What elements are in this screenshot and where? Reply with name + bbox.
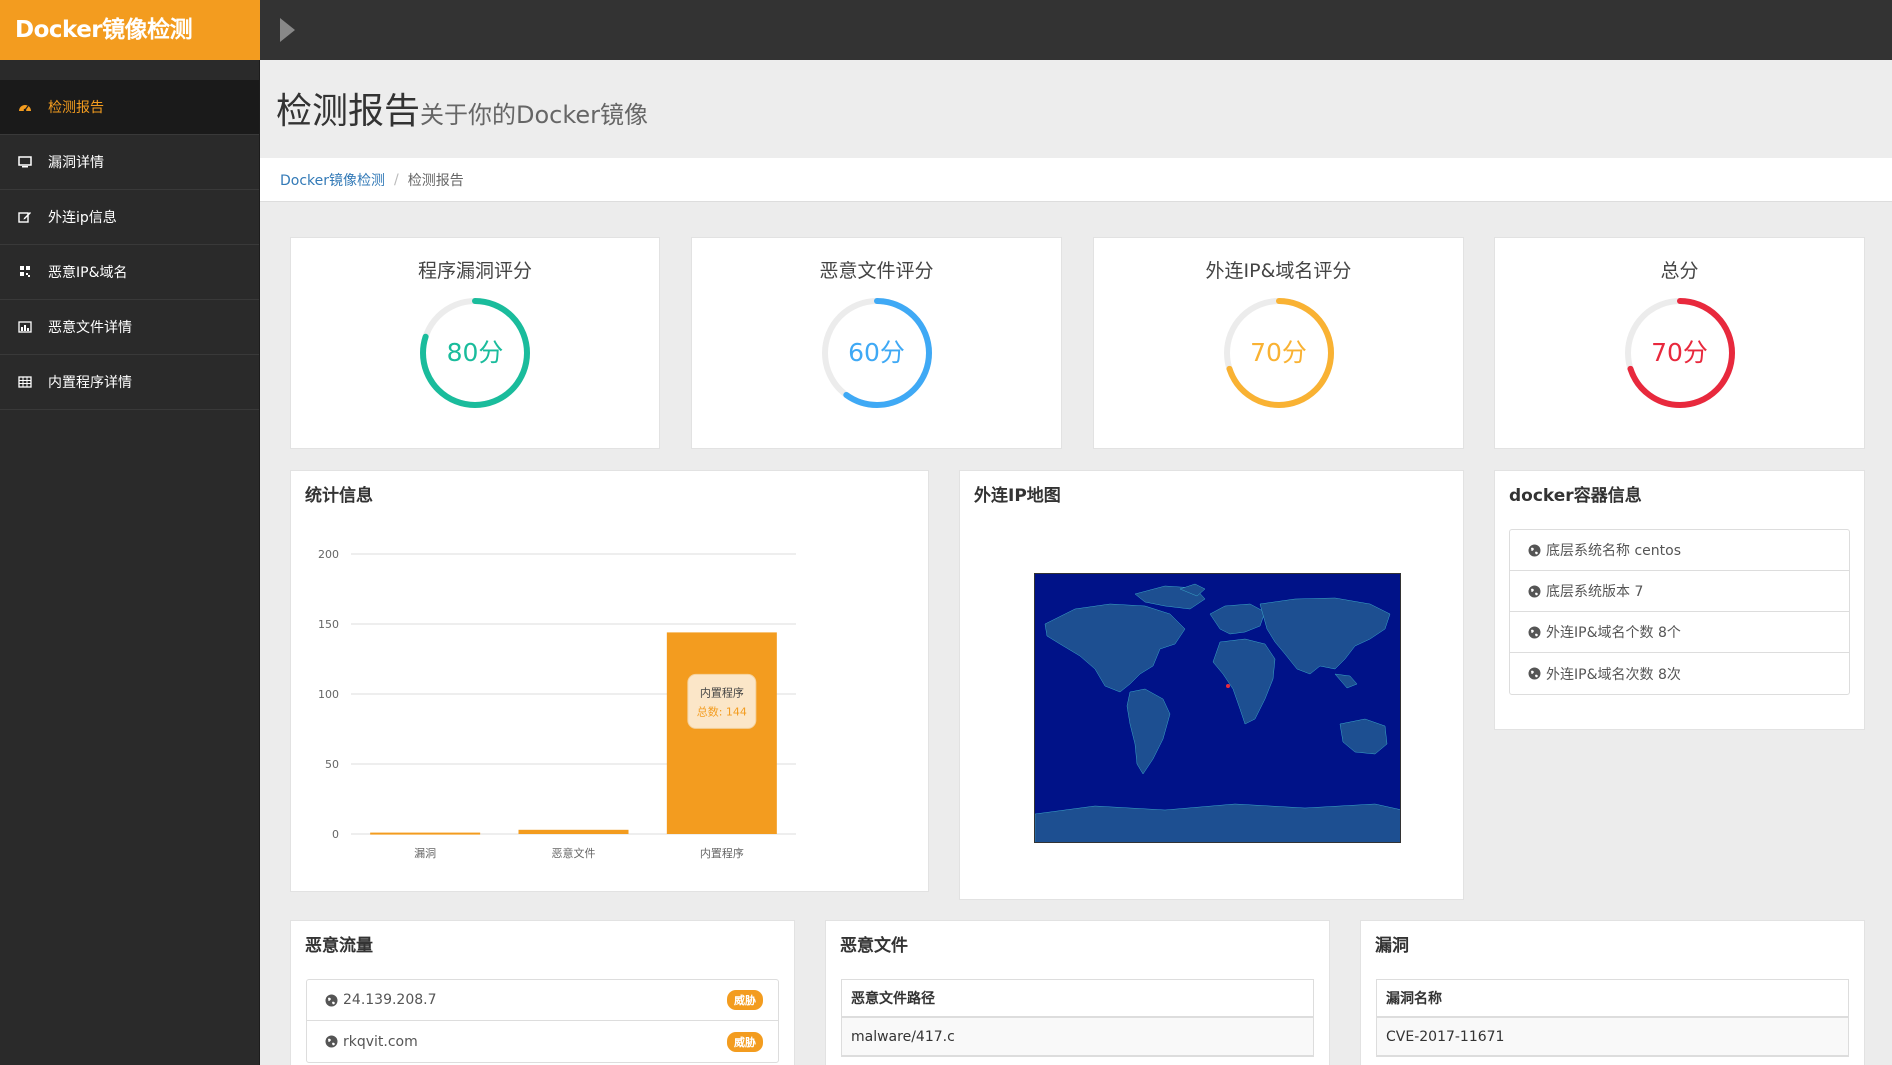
score-card-external-ip: 外连IP&域名评分 70分: [1093, 237, 1464, 449]
score-label: 程序漏洞评分: [417, 260, 532, 282]
sidebar-item-label: 恶意文件详情: [48, 320, 132, 336]
brand-logo[interactable]: Docker镜像检测: [0, 0, 260, 60]
sidebar-item-malicious-ip[interactable]: 恶意IP&域名: [0, 245, 259, 300]
list-item: 底层系统版本 7: [1510, 571, 1849, 612]
score-card-malware: 恶意文件评分 60分: [691, 237, 1062, 449]
container-info-list: 底层系统名称 centos 底层系统版本 7 外连IP&域名个数 8个 外连IP…: [1509, 529, 1850, 695]
sidebar-toggle-icon[interactable]: [280, 18, 295, 42]
globe-icon: [1528, 667, 1541, 680]
malicious-files-table: 恶意文件路径 malware/417.c: [841, 979, 1314, 1057]
score-label: 总分: [1660, 260, 1699, 282]
y-tick-label: 50: [325, 758, 339, 771]
globe-icon: [325, 994, 338, 1006]
score-label: 外连IP&域名评分: [1205, 260, 1352, 282]
bar: [370, 832, 481, 835]
tooltip-value: 总数: 144: [697, 704, 747, 718]
container-title: docker容器信息: [1509, 486, 1642, 506]
score-value: 80分: [446, 338, 504, 367]
list-item: 外连IP&域名次数 8次: [1510, 653, 1849, 694]
threat-badge: 威胁: [727, 990, 763, 1010]
container-card: docker容器信息 底层系统名称 centos 底层系统版本 7 外连IP&域…: [1494, 470, 1865, 730]
world-map-graphic: [1035, 583, 1400, 842]
map-title: 外连IP地图: [974, 486, 1061, 506]
sidebar-item-external-ip[interactable]: 外连ip信息: [0, 190, 259, 245]
globe-icon: [1528, 544, 1541, 556]
sidebar-item-label: 内置程序详情: [48, 375, 132, 391]
dashboard-icon: [18, 100, 32, 114]
stats-bar-chart: 050100150200漏洞 恶意文件 内置程序内置程序总数: 144: [318, 548, 796, 860]
score-value: 70分: [1651, 338, 1708, 367]
table-icon: [18, 375, 32, 389]
y-tick-label: 100: [318, 688, 339, 701]
world-map[interactable]: [1034, 573, 1401, 843]
score-label: 恶意文件评分: [819, 260, 934, 282]
bar: [666, 632, 777, 834]
map-card: 外连IP地图: [959, 470, 1464, 900]
x-tick-label: 恶意文件: [552, 846, 596, 860]
x-tick-label: 漏洞: [414, 847, 436, 860]
y-tick-label: 200: [318, 548, 339, 561]
vulns-table: 漏洞名称 CVE-2017-11671: [1376, 979, 1849, 1057]
breadcrumb-separator: /: [394, 171, 399, 188]
sidebar-item-label: 检测报告: [48, 100, 104, 116]
x-tick-label: 内置程序: [700, 846, 744, 860]
list-item: 底层系统名称 centos: [1510, 530, 1849, 571]
qrcode-icon: [18, 265, 32, 279]
y-tick-label: 150: [318, 618, 339, 631]
sidebar-item-vuln-details[interactable]: 漏洞详情: [0, 135, 259, 190]
sidebar: 检测报告 漏洞详情 外连ip信息 恶意IP&域名 恶意文件详情 内置程序详情: [0, 60, 260, 1065]
score-card-total: 总分 70分: [1494, 237, 1865, 449]
stats-card: 统计信息 0 50 100 150 200 漏洞 恶意文件 内置程序 内置程序 总数: 144: [290, 470, 929, 892]
sidebar-item-report[interactable]: 检测报告: [0, 80, 259, 135]
score-gauge: 70分: [1623, 296, 1737, 410]
page-header: 检测报告关于你的Docker镜像: [260, 60, 1892, 158]
table-row[interactable]: CVE-2017-11671: [1377, 1018, 1848, 1056]
sidebar-item-builtin-programs[interactable]: 内置程序详情: [0, 355, 259, 410]
list-item: 外连IP&域名个数 8个: [1510, 612, 1849, 653]
list-item[interactable]: 24.139.208.7 威胁: [307, 980, 778, 1021]
score-gauge: 60分: [820, 296, 934, 410]
list-item[interactable]: rkqvit.com 威胁: [307, 1021, 778, 1062]
table-row[interactable]: malware/417.c: [842, 1018, 1313, 1056]
sidebar-item-label: 漏洞详情: [48, 155, 104, 171]
score-value: 70分: [1250, 338, 1307, 367]
malicious-traffic-title: 恶意流量: [305, 936, 373, 956]
vulns-card: 漏洞 漏洞名称 CVE-2017-11671: [1360, 920, 1865, 1065]
globe-icon: [1528, 626, 1541, 638]
y-tick-label: 0: [332, 828, 339, 841]
page-subtitle: 关于你的Docker镜像: [420, 101, 649, 129]
threat-badge: 威胁: [727, 1031, 763, 1052]
monitor-icon: [18, 155, 32, 169]
sidebar-item-malicious-files[interactable]: 恶意文件详情: [0, 300, 259, 355]
bar-chart-icon: [18, 320, 32, 334]
table-header: 恶意文件路径: [842, 980, 1313, 1018]
globe-icon: [325, 1035, 338, 1048]
score-gauge: 70分: [1222, 296, 1336, 410]
sidebar-item-label: 外连ip信息: [48, 210, 117, 226]
score-value: 60分: [848, 338, 905, 367]
table-header: 漏洞名称: [1377, 980, 1848, 1018]
globe-icon: [1528, 585, 1541, 597]
edit-icon: [18, 210, 32, 224]
malicious-files-card: 恶意文件 恶意文件路径 malware/417.c: [825, 920, 1330, 1065]
score-gauge: 80分: [418, 296, 532, 410]
score-card-vuln: 程序漏洞评分 80分: [290, 237, 660, 449]
tooltip-box: [687, 673, 757, 729]
tooltip-title: 内置程序: [700, 685, 744, 699]
top-navbar: Docker镜像检测: [0, 0, 1892, 60]
malicious-files-title: 恶意文件: [840, 936, 908, 956]
malicious-traffic-list: 24.139.208.7 威胁 rkqvit.com 威胁: [306, 979, 779, 1063]
page-title: 检测报告关于你的Docker镜像: [276, 91, 649, 132]
breadcrumb-current: 检测报告: [407, 172, 464, 189]
sidebar-item-label: 恶意IP&域名: [48, 265, 128, 281]
vulns-title: 漏洞: [1375, 936, 1409, 956]
breadcrumb: Docker镜像检测 / 检测报告: [260, 158, 1892, 202]
malicious-traffic-card: 恶意流量 24.139.208.7 威胁 rkqvit.com 威胁: [290, 920, 795, 1065]
bar: [518, 829, 629, 834]
breadcrumb-home-link[interactable]: Docker镜像检测: [280, 170, 385, 190]
